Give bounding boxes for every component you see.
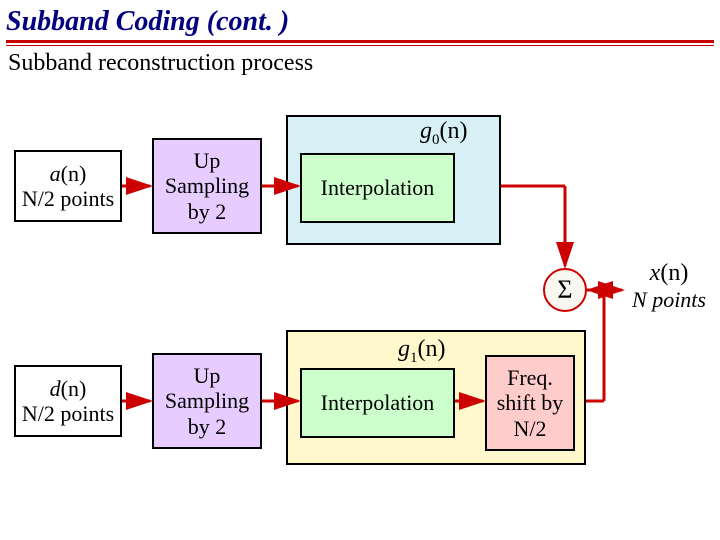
sum-node: Σ [543,268,587,312]
input-d-arg: (n) [61,376,87,401]
input-a-subline: N/2 points [22,186,114,211]
page-title: Subband Coding (cont. ) [0,0,720,40]
input-a-box: a(n) N/2 points [14,150,122,222]
diagram-stage: a(n) N/2 points d(n) N/2 points Up Sampl… [0,90,720,540]
input-d-box: d(n) N/2 points [14,365,122,437]
input-d-var: d [50,376,61,401]
upsampling-top: Up Sampling by 2 [152,138,262,234]
interpolation-top: Interpolation [300,153,455,223]
input-d-subline: N/2 points [22,401,114,426]
input-a-arg: (n) [61,161,87,186]
interpolation-bottom: Interpolation [300,368,455,438]
subtitle: Subband reconstruction process [0,46,720,77]
g1-label: g1(n) [398,336,445,367]
g0-label: g0(n) [420,118,467,149]
upsampling-bottom: Up Sampling by 2 [152,353,262,449]
input-a-var: a [50,161,61,186]
output-label: x(n) N points [624,260,714,313]
freq-shift: Freq. shift by N/2 [485,355,575,451]
